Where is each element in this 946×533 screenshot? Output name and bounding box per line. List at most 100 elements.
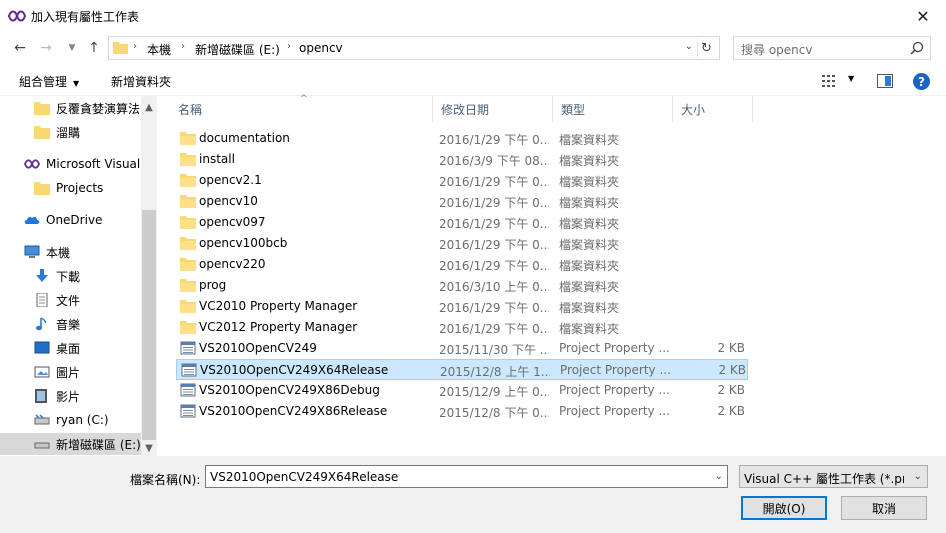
address-bar[interactable]: › 本機 › 新增磁碟區 (E:) › opencv ⌄ ↻ [108, 36, 720, 60]
file-size: 2 KB [717, 341, 745, 355]
table-row[interactable]: prog 2016/3/10 上午 0... 檔案資料夾 [176, 275, 748, 296]
crumb-separator[interactable]: › [133, 41, 137, 52]
chevron-down-icon[interactable]: ⌄ [685, 41, 693, 52]
file-date: 2015/12/8 上午 1... [440, 365, 550, 379]
desktop-icon [34, 341, 50, 354]
property-sheet-icon [181, 363, 197, 377]
forward-button[interactable]: → [36, 38, 56, 58]
file-name: VS2010OpenCV249 [199, 341, 317, 355]
file-list: ^ 名稱 修改日期 類型 大小 documentation 2016/1/29 下… [170, 94, 946, 456]
back-button[interactable]: ← [10, 38, 30, 58]
crumb-opencv[interactable]: opencv [299, 41, 343, 55]
search-input[interactable]: 搜尋 opencv [733, 36, 931, 60]
recent-locations-button[interactable]: ▼ [62, 38, 82, 58]
file-type: Project Property ... [559, 341, 669, 355]
filetype-value: Visual C++ 屬性工作表 (*.props) [744, 472, 904, 486]
preview-pane-icon[interactable] [877, 74, 893, 88]
filename-input[interactable]: VS2010OpenCV249X64Release ⌄ [205, 465, 728, 488]
column-header-type[interactable]: 類型 [553, 96, 673, 122]
nav-item[interactable]: 音樂 [34, 313, 80, 335]
chevron-down-icon[interactable]: ⌄ [715, 471, 723, 482]
table-row[interactable]: opencv10 2016/1/29 下午 0... 檔案資料夾 [176, 191, 748, 212]
nav-item-label: 反覆貪婪演算法 [56, 101, 141, 116]
crumb-separator[interactable]: › [287, 41, 291, 52]
file-date: 2016/1/29 下午 0... [439, 196, 549, 210]
column-header-label: 大小 [681, 102, 706, 117]
open-button[interactable]: 開啟(O) [741, 496, 827, 520]
table-row[interactable]: VS2010OpenCV249X86Debug 2015/12/9 上午 0...… [176, 380, 748, 401]
file-type: 檔案資料夾 [559, 133, 620, 147]
column-header-date[interactable]: 修改日期 [433, 96, 553, 122]
property-sheet-icon [180, 383, 196, 397]
close-icon: ✕ [916, 6, 930, 26]
nav-item[interactable]: 本機 [24, 241, 70, 263]
nav-item-label: 本機 [46, 245, 71, 260]
view-options-icon[interactable] [822, 74, 838, 88]
scroll-down-icon[interactable]: ▼ [141, 440, 157, 456]
nav-item-selected[interactable]: 新增磁碟區 (E:) [0, 433, 141, 455]
help-icon[interactable]: ? [913, 73, 930, 90]
nav-item[interactable]: 溜購 [34, 121, 80, 143]
table-row[interactable]: VS2010OpenCV249 2015/11/30 下午 ... Project … [176, 338, 748, 359]
table-row[interactable]: opencv2.1 2016/1/29 下午 0... 檔案資料夾 [176, 170, 748, 191]
caret-down-icon[interactable]: ▼ [848, 74, 854, 83]
chevron-down-icon: ▼ [68, 43, 76, 53]
nav-item-label: OneDrive [46, 213, 103, 227]
filename-label: 檔案名稱(N): [130, 473, 201, 487]
file-size: 2 KB [717, 404, 745, 418]
file-date: 2015/12/9 上午 0... [439, 385, 549, 399]
file-date: 2016/1/29 下午 0... [439, 322, 549, 336]
file-name: VS2010OpenCV249X86Release [199, 404, 388, 418]
up-button[interactable]: ↑ [84, 38, 104, 58]
table-row[interactable]: documentation 2016/1/29 下午 0... 檔案資料夾 [176, 128, 748, 149]
file-name: opencv100bcb [199, 236, 288, 250]
search-icon [910, 41, 924, 55]
table-row[interactable]: opencv097 2016/1/29 下午 0... 檔案資料夾 [176, 212, 748, 233]
column-header-name[interactable]: ^ 名稱 [170, 94, 433, 122]
navigation-bar: ← → ▼ ↑ › 本機 › 新增磁碟區 (E:) › opencv ⌄ ↻ 搜… [0, 34, 946, 62]
arrow-up-icon: ↑ [88, 40, 100, 56]
refresh-button[interactable]: ↻ [697, 39, 715, 57]
file-size: 2 KB [718, 363, 746, 377]
crumb-this-pc[interactable]: 本機 [147, 41, 171, 58]
table-row[interactable]: install 2016/3/9 下午 08... 檔案資料夾 [176, 149, 748, 170]
crumb-separator[interactable]: › [181, 41, 185, 52]
table-row[interactable]: opencv220 2016/1/29 下午 0... 檔案資料夾 [176, 254, 748, 275]
nav-item[interactable]: 下載 [34, 265, 80, 287]
file-date: 2016/1/29 下午 0... [439, 238, 549, 252]
table-row[interactable]: opencv100bcb 2016/1/29 下午 0... 檔案資料夾 [176, 233, 748, 254]
nav-scrollbar-thumb[interactable] [142, 210, 156, 440]
nav-item[interactable]: 影片 [34, 385, 80, 407]
nav-item-label: 溜購 [56, 125, 81, 140]
drive-icon [34, 414, 50, 425]
filename-value: VS2010OpenCV249X64Release [210, 470, 399, 484]
nav-item[interactable]: ryan (C:) [34, 409, 109, 431]
nav-item[interactable]: 反覆貪婪演算法 [34, 97, 140, 119]
organize-button[interactable]: 組合管理 ▼ [19, 73, 79, 90]
nav-item[interactable]: 文件 [34, 289, 80, 311]
document-icon [36, 293, 48, 307]
column-header-size[interactable]: 大小 [673, 96, 753, 122]
new-folder-button[interactable]: 新增資料夾 [111, 73, 171, 90]
table-row[interactable]: VS2010OpenCV249X86Release 2015/12/8 下午 0.… [176, 401, 748, 422]
folder-icon [34, 182, 50, 195]
file-name: VS2010OpenCV249X86Debug [199, 383, 380, 397]
file-date: 2016/1/29 下午 0... [439, 301, 549, 315]
nav-item[interactable]: OneDrive [24, 209, 102, 231]
close-button[interactable]: ✕ [908, 4, 938, 28]
nav-item[interactable]: 桌面 [34, 337, 80, 359]
crumb-drive-e[interactable]: 新增磁碟區 (E:) [195, 41, 280, 58]
file-name: opencv097 [199, 215, 266, 229]
table-row-selected[interactable]: VS2010OpenCV249X64Release 2015/12/8 上午 1.… [176, 359, 748, 380]
table-row[interactable]: VC2010 Property Manager 2016/1/29 下午 0...… [176, 296, 748, 317]
file-type: 檔案資料夾 [559, 301, 620, 315]
nav-item[interactable]: Projects [34, 177, 103, 199]
nav-item[interactable]: Microsoft Visual [24, 153, 140, 175]
property-sheet-icon [180, 341, 196, 355]
scroll-up-icon[interactable]: ▲ [141, 99, 157, 115]
nav-item[interactable]: 圖片 [34, 361, 80, 383]
filetype-select[interactable]: Visual C++ 屬性工作表 (*.props) ⌄ [739, 465, 928, 488]
table-row[interactable]: VC2012 Property Manager 2016/1/29 下午 0...… [176, 317, 748, 338]
file-name: prog [199, 278, 227, 292]
cancel-button[interactable]: 取消 [841, 496, 927, 520]
